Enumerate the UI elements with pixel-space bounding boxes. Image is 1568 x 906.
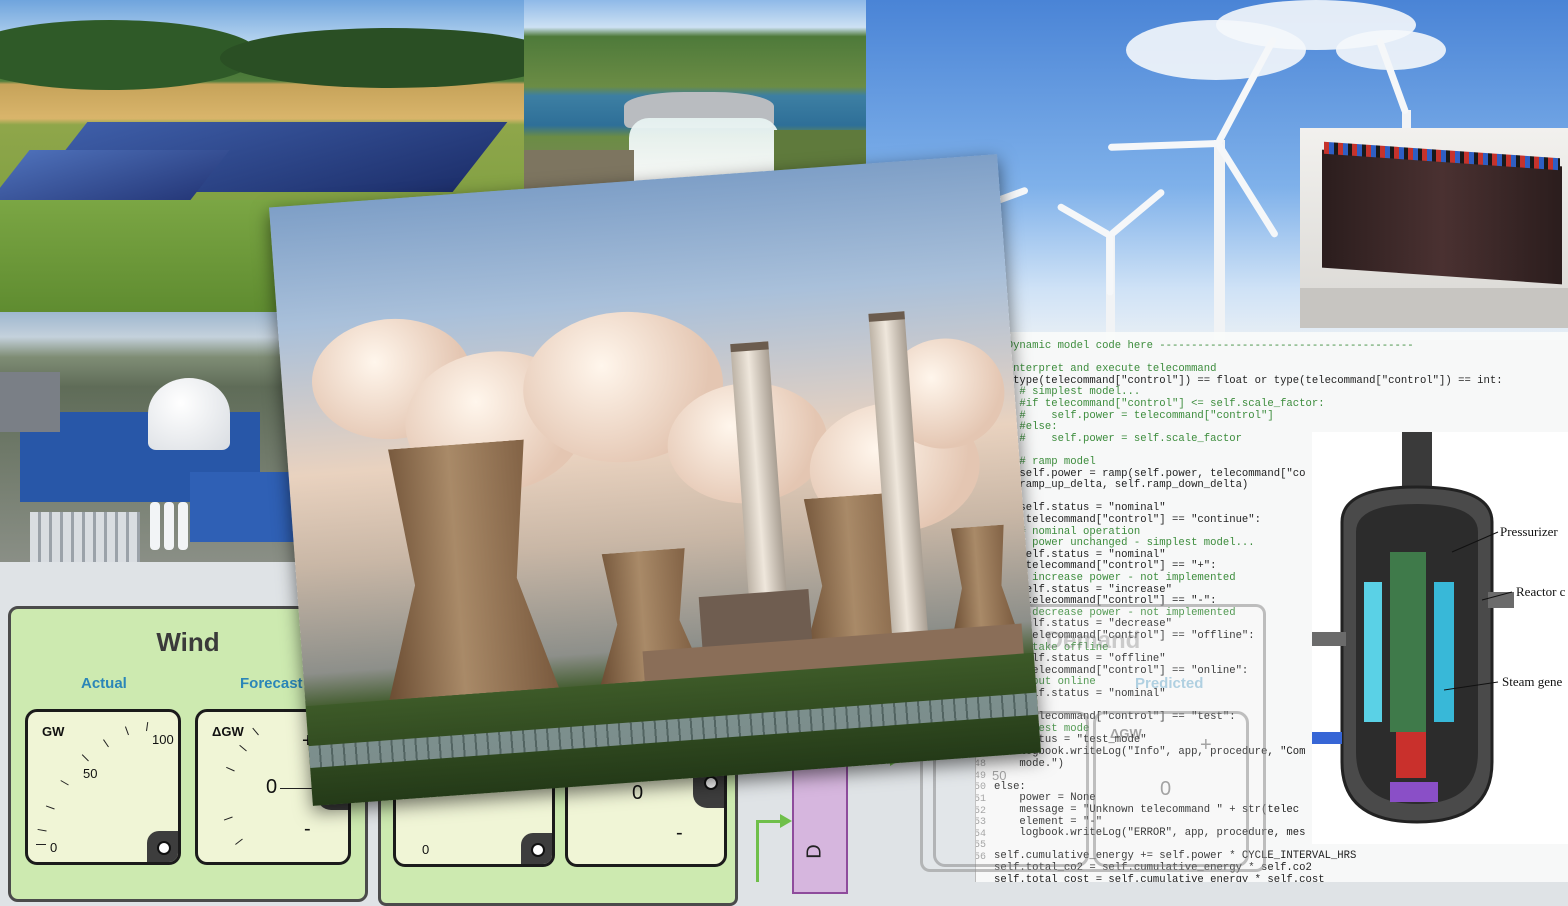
- battery-bank-photo: [1300, 128, 1568, 328]
- lower-gauge-a-zero: 0: [422, 842, 430, 857]
- steam-generator-label: Steam gene: [1502, 674, 1563, 689]
- code-line: self.total_cost = self.cumulative_energy…: [994, 873, 1325, 882]
- code-line: if type(telecommand["control"]) == float…: [994, 374, 1503, 387]
- actual-gauge-min: 0: [50, 840, 58, 855]
- reactor-vessel-drawing: [1312, 432, 1514, 824]
- forecast-label: Forecast: [240, 675, 303, 692]
- flow-arrow-2-head: [780, 814, 792, 828]
- actual-gauge-max: 100: [152, 732, 174, 747]
- ghost-gauge-b-plus: +: [1200, 734, 1212, 756]
- lower-gauge-b-zero: 0: [632, 782, 644, 804]
- actual-gauge-unit: GW: [42, 724, 65, 739]
- code-line: # self.power = telecommand["control"]: [994, 409, 1274, 422]
- actual-gauge: GW 100 50 0: [25, 709, 181, 865]
- code-line: # simplest model...: [994, 386, 1141, 399]
- coal-power-plant-photo: [269, 154, 1041, 806]
- ghost-predicted: Predicted: [1135, 675, 1204, 692]
- demand-block-label: D: [803, 844, 826, 859]
- reactor-core-label: Reactor c: [1516, 584, 1566, 599]
- flow-arrow-2b: [756, 820, 782, 823]
- reactor-diagram: Pressurizer Reactor c Steam gene: [1312, 432, 1568, 844]
- ghost-gauge-b-zero: 0: [1160, 778, 1172, 800]
- lower-gauge-a-knob[interactable]: [521, 833, 552, 864]
- forecast-gauge-minus: -: [304, 818, 311, 840]
- actual-label: Actual: [81, 675, 127, 692]
- actual-gauge-mid: 50: [83, 766, 98, 781]
- flow-arrow-2: [756, 822, 759, 882]
- lower-gauge-b-minus: -: [676, 822, 683, 844]
- actual-gauge-knob[interactable]: [147, 831, 178, 862]
- pressurizer-label: Pressurizer: [1500, 524, 1558, 539]
- ghost-gauge-b: ΔGW 0 +: [1093, 711, 1249, 867]
- ghost-gauge-b-unit: ΔGW: [1110, 726, 1142, 741]
- ghost-gauge-a-mid: 50: [992, 768, 1007, 783]
- code-line: #if telecommand["control"] <= self.scale…: [994, 398, 1325, 410]
- forecast-gauge-unit: ΔGW: [212, 724, 244, 739]
- code-line: # Interpret and execute telecommand: [994, 363, 1217, 376]
- code-line: # Dynamic model code here --------------…: [994, 340, 1414, 352]
- forecast-gauge-zero: 0: [266, 776, 278, 798]
